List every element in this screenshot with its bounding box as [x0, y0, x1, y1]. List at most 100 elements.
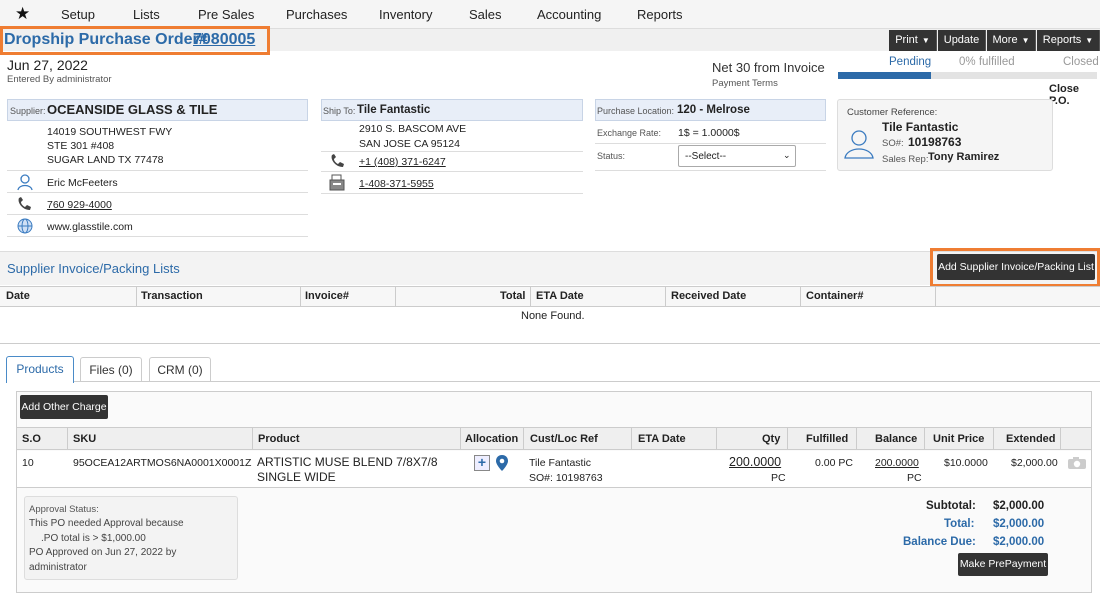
caret-down-icon: ▼	[1085, 36, 1094, 45]
row-qty-link[interactable]: 200.0000	[729, 455, 781, 469]
supplier-addr1: 14019 SOUTHWEST FWY	[47, 126, 173, 138]
tab-products[interactable]: Products	[6, 356, 74, 383]
status-closed: Closed	[1063, 56, 1099, 68]
shipto-fax-link[interactable]: 1-408-371-5955	[359, 178, 434, 190]
sales-rep-value: Tony Ramirez	[928, 151, 1000, 163]
approval-line1: This PO needed Approval because	[29, 518, 184, 529]
reports-button[interactable]: Reports ▼	[1037, 30, 1100, 51]
add-other-charge-button[interactable]: Add Other Charge	[20, 395, 108, 419]
col-allocation: Allocation	[465, 433, 519, 445]
update-label: Update	[943, 34, 980, 46]
tab-crm[interactable]: CRM (0)	[149, 357, 211, 382]
col-separator	[530, 286, 531, 307]
location-value: 120 - Melrose	[677, 104, 750, 116]
col-qty: Qty	[762, 433, 781, 445]
customer-so-value: 10198763	[908, 135, 962, 149]
col-eta-date: ETA Date	[638, 433, 686, 445]
status-fulfilled: 0% fulfilled	[959, 56, 1015, 68]
status-pending: Pending	[889, 56, 932, 68]
close-po-link[interactable]: Close P.O.	[1049, 83, 1100, 107]
divider	[595, 170, 826, 171]
total-label: Total:	[944, 518, 975, 530]
nav-reports[interactable]: Reports	[637, 7, 683, 22]
row-cust-so: SO#: 10198763	[529, 472, 603, 484]
col-balance: Balance	[875, 433, 918, 445]
row-sku[interactable]: 95OCEA12ARTMOS6NA0001X0001Z	[73, 457, 251, 469]
add-invoice-button[interactable]: Add Supplier Invoice/Packing List	[937, 254, 1095, 280]
nav-sales[interactable]: Sales	[469, 7, 502, 22]
supplier-addr2: STE 301 #408	[47, 140, 115, 152]
col-separator	[924, 427, 925, 450]
update-button[interactable]: Update	[938, 30, 986, 51]
row-extended: $2,000.00	[1011, 457, 1058, 469]
po-number-link[interactable]: 7080005	[193, 31, 255, 49]
divider	[321, 171, 583, 172]
divider	[321, 193, 583, 194]
nav-accounting[interactable]: Accounting	[537, 7, 601, 22]
col-separator	[67, 427, 68, 450]
make-prepayment-button[interactable]: Make PrePayment	[958, 553, 1048, 576]
col-cust-loc-ref: Cust/Loc Ref	[530, 433, 598, 445]
supplier-name[interactable]: OCEANSIDE GLASS & TILE	[47, 102, 217, 117]
print-label: Print	[895, 34, 918, 46]
approval-line3: PO Approved on Jun 27, 2022 by	[29, 547, 177, 558]
supplier-addr3: SUGAR LAND TX 77478	[47, 154, 164, 166]
invoices-title: Supplier Invoice/Packing Lists	[7, 261, 180, 276]
make-prepayment-label: Make PrePayment	[959, 558, 1047, 570]
nav-setup[interactable]: Setup	[61, 7, 95, 22]
favorites-star-icon[interactable]: ★	[15, 4, 30, 24]
col-date: Date	[6, 290, 30, 302]
col-separator	[665, 286, 666, 307]
approval-line2: .PO total is > $1,000.00	[41, 533, 146, 544]
nav-purchases[interactable]: Purchases	[286, 7, 347, 22]
allocate-plus-icon[interactable]: +	[474, 455, 490, 471]
col-total: Total	[500, 290, 526, 302]
col-eta-date: ETA Date	[536, 290, 584, 302]
divider	[321, 151, 583, 152]
print-button[interactable]: Print ▼	[889, 30, 937, 51]
col-extended: Extended	[1006, 433, 1056, 445]
col-so: S.O	[22, 433, 41, 445]
add-invoice-label: Add Supplier Invoice/Packing List	[938, 261, 1094, 273]
divider	[7, 236, 308, 237]
col-sku: SKU	[73, 433, 97, 445]
camera-icon[interactable]	[1067, 456, 1087, 470]
sales-rep-label: Sales Rep:	[882, 154, 929, 165]
location-pin-icon[interactable]	[495, 454, 509, 472]
nav-lists[interactable]: Lists	[133, 7, 160, 22]
supplier-phone-link[interactable]: 760 929-4000	[47, 199, 112, 211]
row-cust-ref: Tile Fantastic	[529, 457, 592, 469]
row-balance-link[interactable]: 200.0000	[875, 457, 919, 469]
entered-by: Entered By administrator	[7, 74, 112, 85]
exchange-label: Exchange Rate:	[597, 128, 662, 138]
col-separator	[523, 427, 524, 450]
nav-inventory[interactable]: Inventory	[379, 7, 432, 22]
nav-pre-sales[interactable]: Pre Sales	[198, 7, 254, 22]
more-button[interactable]: More ▼	[987, 30, 1036, 51]
col-separator	[252, 427, 253, 450]
location-label: Purchase Location:	[597, 106, 675, 116]
phone-icon	[18, 197, 31, 210]
col-separator	[800, 286, 801, 307]
status-select[interactable]: --Select-- ⌄	[678, 145, 796, 167]
col-separator	[460, 427, 461, 450]
caret-down-icon: ▼	[921, 36, 930, 45]
customer-user-icon	[844, 130, 874, 159]
shipto-name: Tile Fantastic	[357, 104, 431, 116]
payment-terms: Net 30 from Invoice	[712, 60, 825, 75]
col-product: Product	[258, 433, 300, 445]
supplier-website[interactable]: www.glasstile.com	[47, 221, 133, 233]
progress-fill	[838, 72, 931, 79]
tab-files[interactable]: Files (0)	[80, 357, 142, 382]
status-select-value: --Select--	[685, 151, 727, 162]
customer-name: Tile Fantastic	[882, 120, 959, 134]
col-separator	[300, 286, 301, 307]
tab-crm-label: CRM (0)	[157, 363, 203, 377]
shipto-addr1: 2910 S. BASCOM AVE	[359, 123, 467, 135]
row-product-line1[interactable]: ARTISTIC MUSE BLEND 7/8X7/8	[257, 455, 438, 469]
status-label: Status:	[597, 151, 626, 161]
shipto-phone-link[interactable]: +1 (408) 371-6247	[359, 156, 446, 168]
page-title: Dropship Purchase Order#	[4, 31, 208, 48]
row-so: 10	[22, 457, 34, 469]
invoices-empty: None Found.	[521, 310, 585, 322]
